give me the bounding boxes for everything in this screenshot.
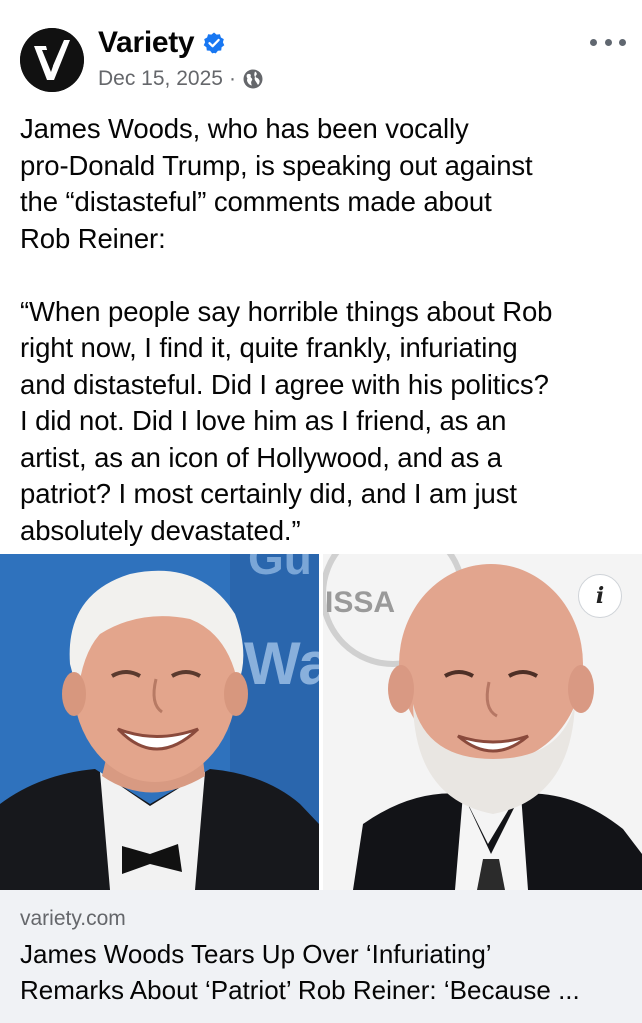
- post-meta: Dec 15, 2025 ·: [98, 66, 264, 92]
- globe-icon[interactable]: [242, 68, 264, 90]
- backdrop-text: ISSA: [325, 586, 395, 619]
- more-dot-icon: [590, 38, 597, 46]
- backdrop-text: Wa: [244, 630, 319, 697]
- james-woods-image: Gu Wa: [0, 554, 319, 890]
- more-dot-icon: [619, 38, 626, 46]
- post-text-quote: “When people say horrible things about R…: [20, 295, 553, 546]
- post-date[interactable]: Dec 15, 2025: [98, 66, 223, 92]
- variety-v-logo-icon: [20, 28, 84, 92]
- post-body: James Woods, who has been vocally pro-Do…: [20, 111, 632, 549]
- page-name-label[interactable]: Variety: [98, 26, 195, 60]
- photo-james-woods[interactable]: Gu Wa: [0, 554, 319, 890]
- post-text-intro: James Woods, who has been vocally pro-Do…: [20, 113, 533, 254]
- post-media[interactable]: Gu Wa ISSA i: [0, 554, 642, 890]
- link-title[interactable]: James Woods Tears Up Over ‘Infuriating’ …: [20, 936, 632, 1008]
- page-name[interactable]: Variety: [98, 26, 226, 60]
- info-button[interactable]: i: [578, 574, 622, 618]
- verified-badge-icon: [204, 32, 225, 54]
- link-domain: variety.com: [20, 907, 126, 930]
- link-preview-card[interactable]: variety.com James Woods Tears Up Over ‘I…: [0, 890, 642, 1023]
- more-options-button[interactable]: [590, 30, 626, 54]
- photo-rob-reiner[interactable]: ISSA i: [323, 554, 642, 890]
- svg-text:Gu: Gu: [248, 554, 312, 584]
- meta-separator: ·: [228, 67, 236, 90]
- variety-logo-avatar[interactable]: [20, 28, 84, 92]
- more-dot-icon: [604, 38, 612, 46]
- post-header: Variety Dec 15, 2025 ·: [0, 0, 642, 112]
